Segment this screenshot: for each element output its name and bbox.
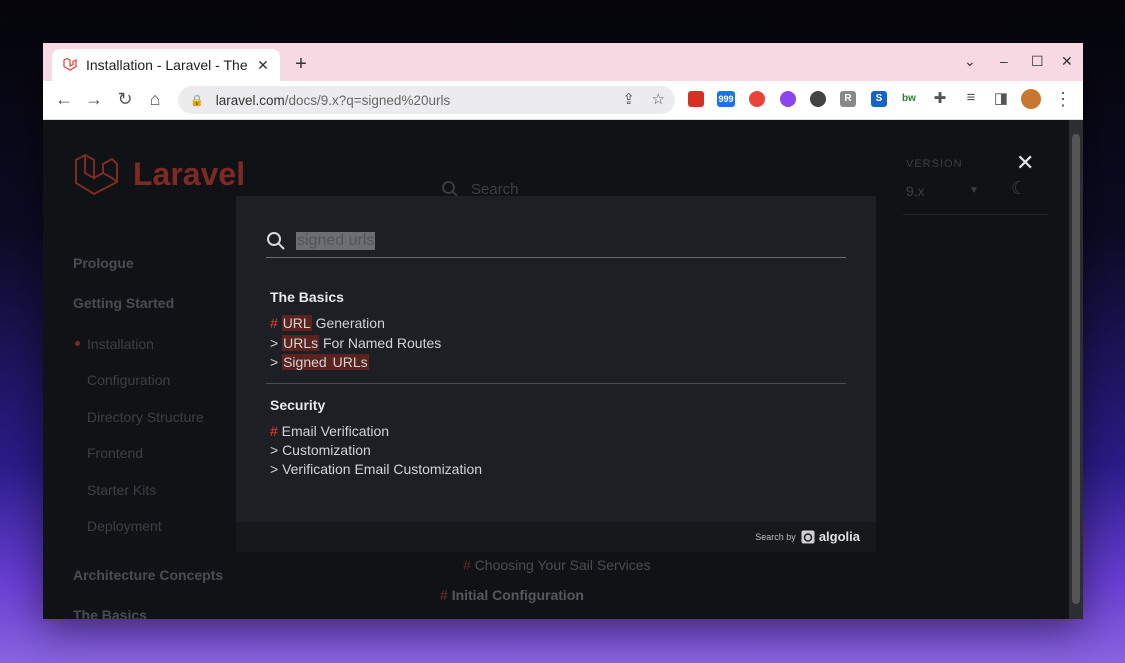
bw-extension-icon[interactable]: bw: [901, 91, 917, 107]
menu-kebab-icon[interactable]: ⋮: [1052, 89, 1074, 110]
scrollbar-thumb[interactable]: [1072, 134, 1080, 604]
result-prefix: >: [270, 354, 283, 370]
content-heading-initial-config[interactable]: # Initial Configuration: [440, 587, 584, 603]
result-text: Email Verification: [277, 423, 390, 439]
active-indicator-dot: [75, 341, 80, 346]
search-modal: signed urls The Basics # URL Generation …: [236, 196, 876, 552]
result-verification-email-customization[interactable]: > Verification Email Customization: [270, 461, 482, 477]
page-scrollbar[interactable]: [1069, 120, 1083, 619]
result-text: Generation: [311, 315, 385, 331]
close-search-icon[interactable]: ✕: [1016, 150, 1034, 176]
content-link-sail-services[interactable]: # Choosing Your Sail Services: [463, 557, 651, 573]
hash-icon: #: [463, 557, 471, 573]
tab-strip: Installation - Laravel - The ✕ + ⌄ – ☐ ✕: [43, 43, 1083, 81]
result-prefix: >: [270, 335, 283, 351]
sidebar-section-the-basics[interactable]: The Basics: [73, 607, 147, 619]
sidebar-item-installation[interactable]: Installation: [87, 336, 154, 352]
url-host: laravel.com: [215, 92, 285, 108]
result-customization[interactable]: > Customization: [270, 442, 371, 458]
content-heading-label: Initial Configuration: [451, 587, 584, 603]
algolia-logo-icon: [801, 530, 815, 543]
highlight: URL: [281, 315, 312, 331]
address-bar[interactable]: 🔒 laravel.com/docs/9.x?q=signed%20urls ⇪…: [178, 86, 675, 114]
media-control-icon[interactable]: ≡: [960, 89, 982, 106]
back-icon[interactable]: ←: [53, 89, 75, 110]
result-text: For Named Routes: [319, 335, 442, 351]
chevron-down-icon[interactable]: ▼: [969, 185, 979, 196]
search-query-text[interactable]: signed urls: [296, 232, 376, 250]
dots-extension-icon[interactable]: [810, 91, 826, 107]
tab-search-icon[interactable]: ⌄: [964, 53, 976, 70]
tab-title: Installation - Laravel - The: [86, 57, 248, 73]
extensions-puzzle-icon[interactable]: ✚: [929, 89, 951, 107]
search-by-label: Search by: [755, 531, 796, 542]
highlight: Signed: [282, 354, 328, 370]
minimize-icon[interactable]: –: [1000, 53, 1008, 69]
maximize-icon[interactable]: ☐: [1031, 53, 1044, 70]
laravel-logo[interactable]: Laravel: [73, 152, 245, 196]
site-search-placeholder: Search: [471, 180, 519, 198]
highlight: URLs: [282, 335, 320, 351]
header-divider: [903, 214, 1048, 215]
dark-mode-moon-icon[interactable]: ☾: [1011, 178, 1027, 199]
result-email-verification[interactable]: # Email Verification: [270, 423, 389, 439]
highlight: URLs: [331, 354, 369, 370]
r-extension-icon[interactable]: R: [840, 91, 856, 107]
result-group-title-security: Security: [270, 397, 326, 413]
url-path: /docs/9.x?q=signed%20urls: [284, 92, 451, 108]
laravel-logo-icon: [75, 153, 118, 196]
result-urls-named-routes[interactable]: > URLs For Named Routes: [270, 335, 441, 351]
browser-tab[interactable]: Installation - Laravel - The ✕: [52, 49, 280, 81]
url-text: laravel.com/docs/9.x?q=signed%20urls: [216, 93, 451, 108]
page-content: Laravel Search VERSION 9.x ▼ ☾ ✕ Prologu…: [43, 120, 1069, 619]
result-group-title-the-basics: The Basics: [270, 289, 344, 305]
results-divider: [266, 383, 846, 384]
sidebar-item-configuration[interactable]: Configuration: [87, 372, 170, 388]
lock-icon[interactable]: 🔒: [190, 94, 204, 107]
content-link-label: Choosing Your Sail Services: [474, 557, 651, 573]
browser-toolbar: ← → ↻ ⌂ 🔒 laravel.com/docs/9.x?q=signed%…: [43, 81, 1083, 120]
new-tab-button[interactable]: +: [291, 53, 311, 76]
reload-icon[interactable]: ↻: [114, 89, 136, 110]
sidebar-item-frontend[interactable]: Frontend: [87, 445, 143, 461]
laravel-favicon-icon: [63, 57, 77, 71]
side-panel-icon[interactable]: ◨: [990, 89, 1012, 107]
modal-footer: Search by algolia: [236, 522, 876, 552]
algolia-brand: algolia: [818, 529, 860, 544]
s-extension-icon[interactable]: S: [871, 91, 887, 107]
share-icon[interactable]: ⇪: [622, 90, 635, 108]
sidebar-section-architecture[interactable]: Architecture Concepts: [73, 567, 223, 583]
red-circle-extension-icon[interactable]: [749, 91, 765, 107]
result-url-generation[interactable]: # URL Generation: [270, 315, 385, 331]
sidebar-item-deployment[interactable]: Deployment: [87, 518, 162, 534]
rss-extension-icon[interactable]: 999: [717, 91, 735, 107]
sidebar-section-getting-started[interactable]: Getting Started: [73, 295, 174, 311]
sidebar-section-prologue[interactable]: Prologue: [73, 255, 134, 271]
browser-window: Installation - Laravel - The ✕ + ⌄ – ☐ ✕…: [43, 43, 1083, 619]
result-signed-urls[interactable]: > Signed URLs: [270, 354, 369, 370]
search-icon: [267, 232, 285, 250]
forward-icon[interactable]: →: [83, 89, 105, 110]
algolia-attribution[interactable]: Search by algolia: [755, 529, 860, 544]
profile-avatar[interactable]: [1021, 89, 1041, 109]
version-label: VERSION: [906, 158, 963, 170]
home-icon[interactable]: ⌂: [144, 89, 166, 110]
window-close-icon[interactable]: ✕: [1061, 53, 1073, 70]
book-extension-icon[interactable]: [688, 91, 704, 107]
sidebar-item-starter-kits[interactable]: Starter Kits: [87, 482, 156, 498]
logo-wordmark: Laravel: [133, 155, 246, 192]
version-select[interactable]: 9.x: [906, 183, 925, 199]
hash-icon: #: [270, 423, 278, 439]
sidebar-item-directory-structure[interactable]: Directory Structure: [87, 409, 204, 425]
search-input[interactable]: signed urls: [266, 225, 846, 258]
hash-icon: #: [270, 315, 278, 331]
tab-close-icon[interactable]: ✕: [254, 56, 272, 74]
purple-extension-icon[interactable]: [780, 91, 796, 107]
bookmark-star-icon[interactable]: ☆: [652, 90, 665, 108]
hash-icon: #: [440, 587, 448, 603]
